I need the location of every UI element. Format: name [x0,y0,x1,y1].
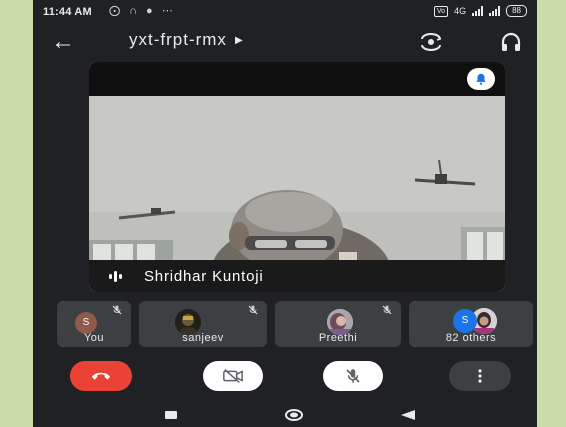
status-right: Vo 4G 88 [433,5,527,17]
participant-label: sanjeev [182,332,224,344]
volte-icon: Vo [433,5,449,17]
mic-toggle-button[interactable] [323,361,383,391]
participant-label: Preethi [318,332,358,344]
headphones-icon[interactable] [499,30,523,54]
camera-off-icon [223,369,243,383]
participant-tile-others[interactable]: S 82 others [409,301,533,347]
camera-toggle-button[interactable] [203,361,263,391]
mic-muted-icon [382,305,392,315]
notify-button[interactable] [467,68,495,90]
more-vertical-icon [478,369,482,383]
participant-name-bar: Shridhar Kuntoji [89,260,505,292]
android-nav-bar [33,404,537,427]
back-triangle-icon[interactable] [401,410,415,420]
video-feed [89,62,505,292]
call-header: ← yxt-frpt-rmx ▶ [33,24,537,60]
mic-muted-icon [112,305,122,315]
participant-label: You [83,332,105,344]
meeting-title[interactable]: yxt-frpt-rmx ▶ [129,30,244,50]
mic-muted-icon [248,305,258,315]
location-icon: ● [146,5,156,17]
signal-icon [472,6,484,16]
participant-tile-sanjeev[interactable]: sanjeev [139,301,267,347]
caret-right-icon: ▶ [234,34,244,46]
network-type: 4G [454,6,467,16]
notification-icons: ⨀ ∩ ● ⋯ [109,4,176,17]
participant-strip: S You sanjeev Preethi S 82 others [57,301,537,347]
home-icon[interactable] [284,409,304,421]
voicemail-icon: ⨀ [109,5,123,17]
main-participant-name: Shridhar Kuntoji [144,267,264,285]
more-options-button[interactable] [449,361,511,391]
avatar: S [453,309,477,333]
bell-icon [476,73,486,85]
participant-tile-you[interactable]: S You [57,301,131,347]
recent-apps-icon[interactable] [165,411,177,419]
headset-icon: ∩ [129,5,140,17]
end-call-button[interactable] [70,361,132,391]
speaking-indicator-icon [109,270,122,282]
avatar: S [75,312,97,334]
meeting-code: yxt-frpt-rmx [129,30,227,49]
phone-screen: 11:44 AM ⨀ ∩ ● ⋯ Vo 4G 88 ← yxt-frpt-rmx… [33,0,537,427]
participant-tile-preethi[interactable]: Preethi [275,301,401,347]
status-time: 11:44 AM [43,6,92,18]
signal-icon-2 [489,6,501,16]
main-video-tile[interactable]: Shridhar Kuntoji [89,62,505,292]
more-dots-icon: ⋯ [161,5,176,17]
status-bar: 11:44 AM ⨀ ∩ ● ⋯ Vo 4G 88 [33,0,537,24]
back-arrow-icon[interactable]: ← [49,28,77,56]
mic-off-icon [346,369,360,383]
battery-icon: 88 [506,5,527,17]
switch-camera-icon[interactable] [419,30,443,54]
participant-label: 82 others [445,332,497,344]
hang-up-icon [91,372,111,380]
